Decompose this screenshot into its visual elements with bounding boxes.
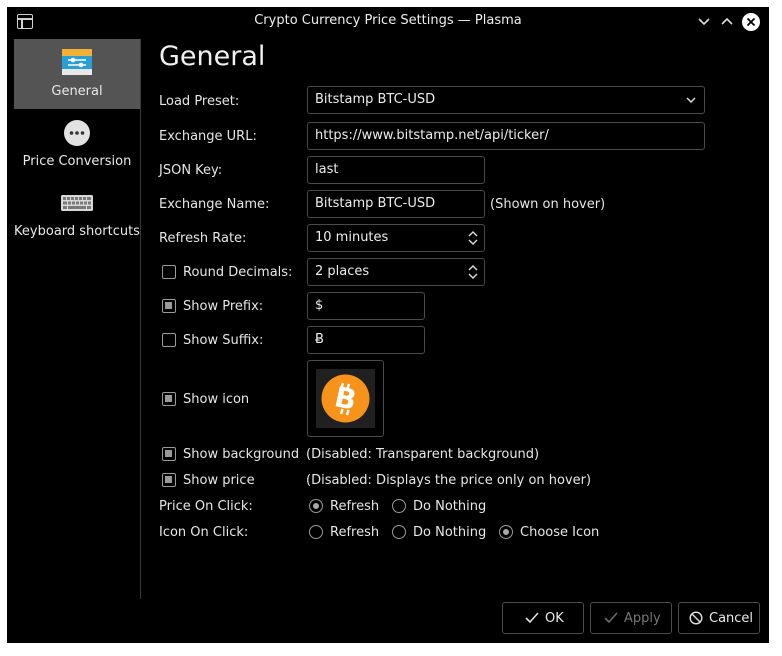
suffix-input[interactable]: Ƀ [307,326,425,354]
bitcoin-icon: B [321,374,370,423]
sidebar-item-price-conversion[interactable]: Price Conversion [14,109,140,179]
general-settings-icon [62,49,92,75]
keyboard-icon [61,195,93,211]
show-price-label: Show price [183,473,255,488]
refresh-rate-spinbox[interactable]: 10 minutes [307,224,485,252]
spin-arrows-icon [468,265,478,279]
sidebar-divider [140,39,141,599]
load-preset-value: Bitstamp BTC-USD [315,92,436,107]
round-decimals-label: Round Decimals: [183,265,293,280]
icon-on-click-choose-icon-radio[interactable] [499,525,513,539]
show-suffix-label: Show Suffix: [183,333,264,348]
ok-button[interactable]: OK [502,602,584,634]
sidebar-item-keyboard-shortcuts[interactable]: Keyboard shortcuts [14,179,140,249]
exchange-name-label: Exchange Name: [159,197,270,212]
price-on-click-refresh-radio[interactable] [309,499,323,513]
exchange-name-note: (Shown on hover) [490,197,606,212]
icon-preview: B [316,369,375,428]
round-decimals-spinbox[interactable]: 2 places [307,258,485,286]
exchange-name-input[interactable]: Bitstamp BTC-USD [307,190,485,218]
sidebar: General Price Conversion Keyboard shortc… [14,39,140,599]
icon-on-click-label: Icon On Click: [159,525,249,540]
cancel-button-label: Cancel [709,611,754,626]
show-price-checkbox[interactable] [162,473,176,487]
show-prefix-checkbox[interactable] [162,299,176,313]
icon-on-click-refresh-radio[interactable] [309,525,323,539]
more-options-icon [64,120,90,146]
round-decimals-value: 2 places [315,264,370,279]
round-decimals-checkbox[interactable] [162,265,176,279]
exchange-url-input[interactable]: https://www.bitstamp.net/api/ticker/ [307,122,705,150]
show-background-label: Show background [183,447,300,462]
chevron-up-icon [721,17,733,25]
close-icon [742,13,760,31]
icon-on-click-refresh-label: Refresh [330,525,380,540]
icon-on-click-do-nothing-radio[interactable] [392,525,406,539]
cancel-icon [689,611,703,625]
show-prefix-label: Show Prefix: [183,299,264,314]
exchange-url-label: Exchange URL: [159,129,257,144]
refresh-rate-value: 10 minutes [315,230,389,245]
load-preset-select[interactable]: Bitstamp BTC-USD [307,86,705,114]
price-on-click-refresh-label: Refresh [330,499,380,514]
show-icon-label: Show icon [183,392,250,407]
checkmark-icon [525,612,539,624]
spin-arrows-icon [468,231,478,245]
checkmark-icon [604,612,618,624]
show-icon-checkbox[interactable] [162,392,176,406]
json-key-input[interactable]: last [307,156,485,184]
apply-button[interactable]: Apply [590,602,672,634]
cancel-button[interactable]: Cancel [678,602,760,634]
show-background-checkbox[interactable] [162,447,176,461]
show-background-note: (Disabled: Transparent background) [306,447,540,462]
sidebar-item-general[interactable]: General [14,39,140,109]
price-on-click-do-nothing-label: Do Nothing [413,499,487,514]
sidebar-item-label: General [51,84,103,99]
title-bar: Crypto Currency Price Settings — Plasma [7,7,769,37]
show-price-note: (Disabled: Displays the price only on ho… [306,473,592,488]
price-on-click-label: Price On Click: [159,499,253,514]
window-title: Crypto Currency Price Settings — Plasma [254,13,522,28]
json-key-label: JSON Key: [159,163,223,178]
price-on-click-do-nothing-radio[interactable] [392,499,406,513]
icon-on-click-do-nothing-label: Do Nothing [413,525,487,540]
prefix-input[interactable]: $ [307,292,425,320]
maximize-button[interactable] [716,11,738,33]
show-suffix-checkbox[interactable] [162,333,176,347]
minimize-button[interactable] [693,11,715,33]
page-title: General [159,41,266,72]
load-preset-label: Load Preset: [159,94,240,109]
close-button[interactable] [740,11,762,33]
settings-window: Crypto Currency Price Settings — Plasma … [7,7,769,643]
ok-button-label: OK [545,611,564,626]
sidebar-item-label: Keyboard shortcuts [14,224,140,239]
chevron-down-icon [686,97,696,104]
apply-button-label: Apply [624,611,661,626]
refresh-rate-label: Refresh Rate: [159,231,247,246]
chevron-down-icon [698,18,710,26]
sidebar-item-label: Price Conversion [22,154,132,169]
icon-on-click-choose-icon-label: Choose Icon [520,525,600,540]
icon-picker-button[interactable]: B [307,360,384,437]
